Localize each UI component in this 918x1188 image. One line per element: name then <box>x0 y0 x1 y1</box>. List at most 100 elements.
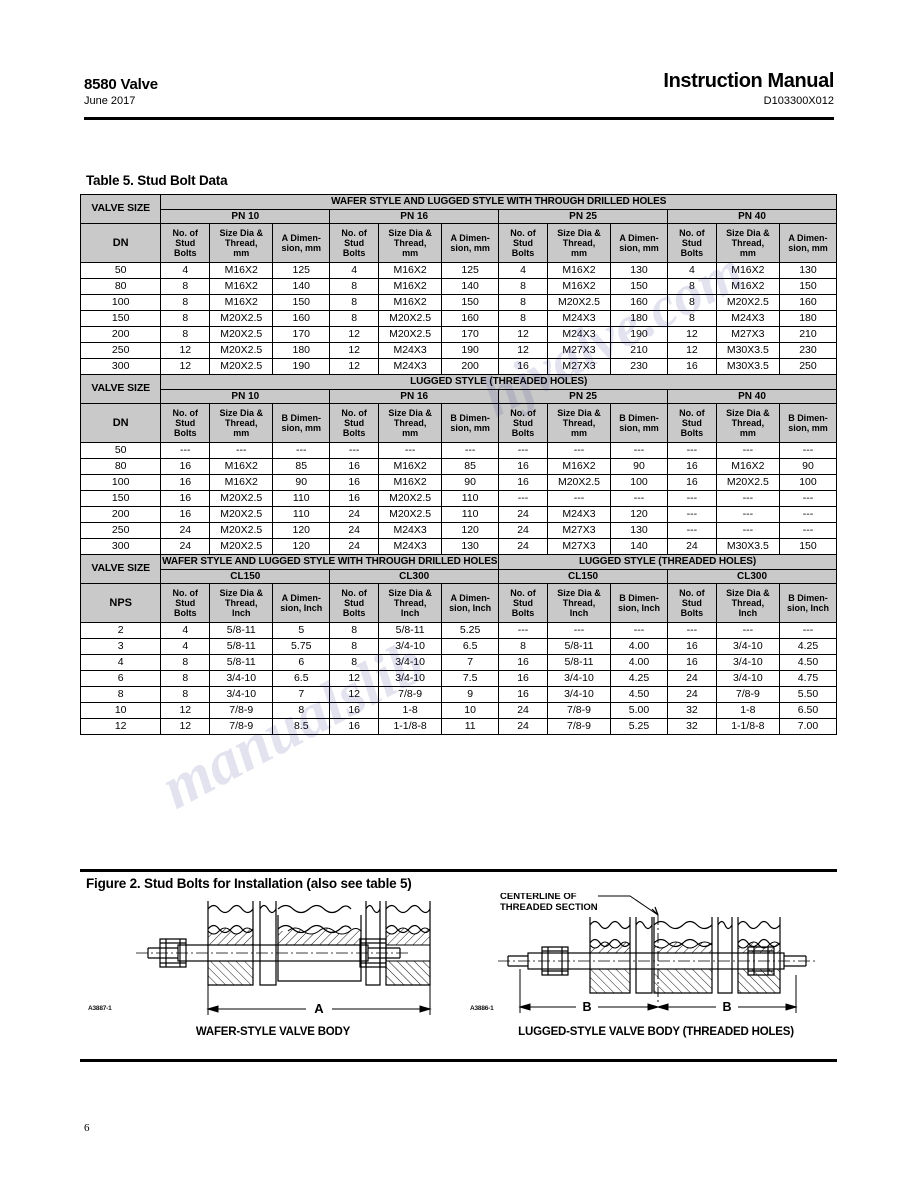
table-cell: --- <box>667 506 717 523</box>
table-cell: 8 <box>329 654 380 671</box>
table-cell: 5/8-11 <box>546 638 612 655</box>
subheader-dimension: B Dimen-sion, Inch <box>778 583 838 623</box>
table-cell: 130 <box>610 262 668 279</box>
subheader-no-of-stud-bolts: No. of Stud Bolts <box>329 223 380 263</box>
table-row: 3 4 5/8-11 5.75 8 3/4-10 6.5 8 5/8-11 4.00 16 3/4-1… <box>79 638 838 655</box>
subheader-dimension: A Dimen-sion, mm <box>272 223 331 263</box>
table-header-banner-row: VALVE SIZE WAFER STYLE AND LUGGED STYLE W… <box>79 194 837 224</box>
table-cell: 7 <box>441 654 500 671</box>
table-cell: M24X3 <box>546 310 612 327</box>
figure-top-rule <box>80 869 837 872</box>
table-cell: 12 <box>329 342 380 359</box>
table-cell: 150 <box>610 278 668 295</box>
dimension-label-a: A <box>314 1001 324 1016</box>
table-cell: 160 <box>272 310 331 327</box>
table-row: 100 8 M16X2 150 8 M16X2 150 8 M20X2.5 160 8 M20X2.5… <box>79 294 838 311</box>
table-cell: 12 <box>329 670 380 687</box>
table-cell: M20X2.5 <box>378 506 443 523</box>
table-cell: 1-1/8-8 <box>715 718 780 735</box>
table-cell: 10 <box>441 702 500 719</box>
table-cell: 160 <box>610 294 668 311</box>
table-caption: Table 5. Stud Bolt Data <box>86 173 228 188</box>
table-cell: --- <box>160 442 211 459</box>
table-cell: 24 <box>667 538 717 555</box>
table-cell: 150 <box>272 294 331 311</box>
subheader-size-dia-thread: Size Dia & Thread, Inch <box>209 583 274 623</box>
group-header-pn16: PN 16 <box>329 209 500 224</box>
row-size-value: 12 <box>79 718 162 735</box>
table-cell: 110 <box>441 490 500 507</box>
table-cell: 210 <box>778 326 838 343</box>
page-number: 6 <box>84 1122 90 1134</box>
row-size-value: 3 <box>79 638 162 655</box>
banner-style: LUGGED STYLE (THREADED HOLES) <box>160 374 837 390</box>
table-cell: M20X2.5 <box>209 490 274 507</box>
table-cell: 150 <box>778 538 838 555</box>
row-size-value: 10 <box>79 702 162 719</box>
banner-wafer-through-drilled: WAFER STYLE AND LUGGED STYLE WITH THROUG… <box>160 554 500 570</box>
table-cell: 7/8-9 <box>715 686 780 703</box>
table-cell: --- <box>610 490 668 507</box>
table-row: 300 24 M20X2.5 120 24 M24X3 130 24 M27X3 140 24 M30… <box>79 538 838 555</box>
table-cell: 90 <box>778 458 838 475</box>
table-cell: 4.25 <box>778 638 838 655</box>
table-cell: 85 <box>272 458 331 475</box>
banner-lugged-threaded: LUGGED STYLE (THREADED HOLES) <box>498 554 837 570</box>
table-cell: 8 <box>498 294 548 311</box>
table-cell: M16X2 <box>546 262 612 279</box>
table-cell: 5.25 <box>441 622 500 639</box>
centerline-callout-line1: CENTERLINE OF <box>500 893 577 902</box>
publication-date: June 2017 <box>84 95 136 107</box>
table-cell: M20X2.5 <box>209 310 274 327</box>
figure-bottom-rule <box>80 1059 837 1062</box>
table-cell: 190 <box>610 326 668 343</box>
table-cell: 3/4-10 <box>715 670 780 687</box>
table-cell: 4 <box>160 638 211 655</box>
group-header-pn25: PN 25 <box>498 209 668 224</box>
table-cell: 3/4-10 <box>546 686 612 703</box>
table-cell: 32 <box>667 718 717 735</box>
row-size-value: 200 <box>79 326 162 343</box>
table-cell: 24 <box>667 670 717 687</box>
table-cell: --- <box>498 622 548 639</box>
lugged-style-label: LUGGED-STYLE VALVE BODY (THREADED HOLES) <box>518 1026 794 1038</box>
table-cell: M24X3 <box>546 326 612 343</box>
table-cell: 90 <box>272 474 331 491</box>
valve-size-header: VALVE SIZE <box>79 554 162 584</box>
table-cell: 3/4-10 <box>209 670 274 687</box>
subheader-no-of-stud-bolts: No. of Stud Bolts <box>667 403 717 443</box>
table-cell: 16 <box>160 458 211 475</box>
table-cell: 8 <box>329 294 380 311</box>
table-cell: 5/8-11 <box>378 622 443 639</box>
table-cell: 8 <box>160 278 211 295</box>
table-cell: 7.00 <box>778 718 838 735</box>
subheader-no-of-stud-bolts: No. of Stud Bolts <box>498 223 548 263</box>
table-cell: M16X2 <box>546 458 612 475</box>
row-size-value: 6 <box>79 670 162 687</box>
table-cell: M16X2 <box>715 458 780 475</box>
table-cell: --- <box>778 490 838 507</box>
table-cell: 8 <box>667 310 717 327</box>
table-cell: 160 <box>778 294 838 311</box>
table-cell: 24 <box>498 506 548 523</box>
table-cell: 9 <box>441 686 500 703</box>
table-cell: --- <box>498 442 548 459</box>
row-size-value: 150 <box>79 310 162 327</box>
table-cell: 16 <box>329 490 380 507</box>
table-cell: M20X2.5 <box>209 358 274 375</box>
subheader-no-of-stud-bolts: No. of Stud Bolts <box>160 403 211 443</box>
table-cell: 1-8 <box>715 702 780 719</box>
table-cell: 4.75 <box>778 670 838 687</box>
product-title: 8580 Valve <box>84 76 158 93</box>
table-cell: M27X3 <box>546 358 612 375</box>
table-cell: M30X3.5 <box>715 342 780 359</box>
table-cell: M24X3 <box>378 342 443 359</box>
table-cell: 24 <box>160 538 211 555</box>
table-cell: 12 <box>329 358 380 375</box>
table-cell: 12 <box>329 686 380 703</box>
table-cell: --- <box>667 442 717 459</box>
table-row: 4 8 5/8-11 6 8 3/4-10 7 16 5/8-11 4.00 16 3/4-10 4.5… <box>79 654 838 671</box>
table-cell: --- <box>667 490 717 507</box>
table-cell: 5/8-11 <box>209 638 274 655</box>
table-cell: 150 <box>778 278 838 295</box>
